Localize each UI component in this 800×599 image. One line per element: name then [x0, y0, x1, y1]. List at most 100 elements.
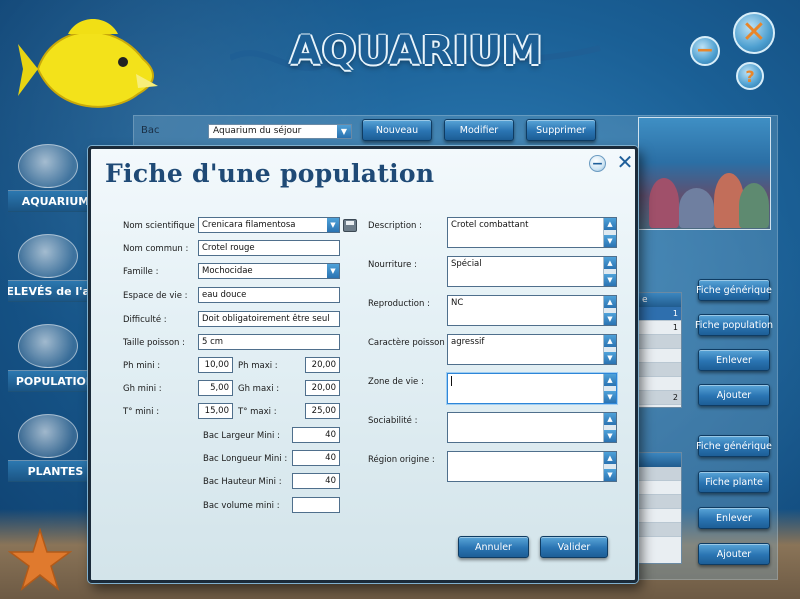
table-row[interactable] [639, 349, 681, 363]
chevron-up-icon[interactable]: ▲ [604, 452, 616, 464]
reproduction-textarea[interactable]: NC ▲ ▼ [447, 295, 617, 326]
chevron-up-icon[interactable]: ▲ [604, 296, 616, 308]
temp-min-label: T° mini : [123, 407, 160, 417]
app-close-button[interactable]: ✕ [733, 12, 775, 54]
origin-region-textarea[interactable]: ▲ ▼ [447, 451, 617, 482]
food-label: Nourriture : [368, 260, 417, 270]
population-remove-button[interactable]: Enlever [698, 349, 770, 371]
population-grid[interactable]: e 1 1 2 [638, 292, 682, 408]
table-row[interactable] [639, 467, 681, 481]
sociability-textarea[interactable]: ▲ ▼ [447, 412, 617, 443]
plants-grid[interactable] [638, 452, 682, 564]
chevron-down-icon[interactable]: ▼ [604, 391, 616, 403]
ph-min-label: Ph mini : [123, 361, 161, 371]
reproduction-value: NC [451, 298, 464, 308]
temp-max-input[interactable]: 25,00 [305, 403, 340, 419]
table-row[interactable] [639, 509, 681, 523]
ph-max-label: Ph maxi : [238, 361, 278, 371]
chevron-down-icon[interactable]: ▼ [604, 352, 616, 364]
food-textarea[interactable]: Spécial ▲ ▼ [447, 256, 617, 287]
bac-select[interactable]: Aquarium du séjour ▼ [208, 124, 352, 139]
cancel-button[interactable]: Annuler [458, 536, 529, 558]
scrollbar[interactable]: ▲ ▼ [603, 296, 616, 325]
population-sheet-button[interactable]: Fiche population [695, 314, 773, 336]
table-row[interactable] [639, 495, 681, 509]
plant-sheet-button[interactable]: Fiche plante [698, 471, 770, 493]
gh-min-label: Gh mini : [123, 384, 162, 394]
gh-min-input[interactable]: 5,00 [198, 380, 233, 396]
delete-bac-button[interactable]: Supprimer [526, 119, 596, 141]
common-name-label: Nom commun : [123, 244, 189, 254]
chevron-down-icon[interactable]: ▼ [604, 313, 616, 325]
tank-height-label: Bac Hauteur Mini : [203, 477, 282, 487]
table-row[interactable] [639, 481, 681, 495]
life-zone-textarea[interactable]: ▲ ▼ [447, 373, 617, 404]
bac-label: Bac [141, 125, 160, 136]
save-icon[interactable] [343, 219, 357, 232]
logo-text: AQUARIUM [290, 28, 544, 74]
plant-add-button[interactable]: Ajouter [698, 543, 770, 565]
scrollbar[interactable]: ▲ ▼ [603, 218, 616, 247]
living-space-label: Espace de vie : [123, 291, 188, 301]
sociability-label: Sociabilité : [368, 416, 418, 426]
help-button[interactable]: ? [736, 62, 764, 90]
population-add-button[interactable]: Ajouter [698, 384, 770, 406]
tank-volume-label: Bac volume mini : [203, 501, 280, 511]
difficulty-input[interactable]: Doit obligatoirement être seul [198, 311, 340, 327]
plant-remove-button[interactable]: Enlever [698, 507, 770, 529]
edit-bac-button[interactable]: Modifier [444, 119, 514, 141]
reproduction-label: Reproduction : [368, 299, 430, 309]
temp-min-input[interactable]: 15,00 [198, 403, 233, 419]
living-space-input[interactable]: eau douce [198, 287, 340, 303]
food-value: Spécial [451, 259, 482, 269]
chevron-down-icon[interactable]: ▼ [604, 430, 616, 442]
dialog-minimize-button[interactable]: − [589, 155, 606, 172]
fish-size-input[interactable]: 5 cm [198, 334, 340, 350]
scrollbar[interactable]: ▲ ▼ [603, 374, 616, 403]
ph-min-input[interactable]: 10,00 [198, 357, 233, 373]
dialog-title: Fiche d'une population [105, 159, 435, 188]
chevron-up-icon[interactable]: ▲ [604, 374, 616, 386]
fish-size-label: Taille poisson : [123, 338, 185, 348]
family-select[interactable]: Mochocidae ▼ [198, 263, 340, 279]
chevron-up-icon[interactable]: ▲ [604, 218, 616, 230]
ph-max-input[interactable]: 20,00 [305, 357, 340, 373]
tank-width-label: Bac Largeur Mini : [203, 431, 280, 441]
app-minimize-button[interactable]: − [690, 36, 720, 66]
table-row[interactable]: 1 [639, 307, 681, 321]
table-row[interactable] [639, 523, 681, 537]
description-textarea[interactable]: Crotel combattant ▲ ▼ [447, 217, 617, 248]
validate-button[interactable]: Valider [540, 536, 608, 558]
tank-length-input[interactable]: 40 [292, 450, 340, 466]
chevron-down-icon[interactable]: ▼ [604, 235, 616, 247]
table-row[interactable] [639, 363, 681, 377]
tank-width-input[interactable]: 40 [292, 427, 340, 443]
tank-volume-input[interactable] [292, 497, 340, 513]
difficulty-label: Difficulté : [123, 315, 167, 325]
scrollbar[interactable]: ▲ ▼ [603, 452, 616, 481]
dialog-close-button[interactable]: ✕ [615, 152, 635, 172]
table-row[interactable]: 1 [639, 321, 681, 335]
common-name-input[interactable]: Crotel rouge [198, 240, 340, 256]
chevron-down-icon[interactable]: ▼ [604, 469, 616, 481]
population-generic-sheet-button[interactable]: Fiche générique [696, 279, 772, 301]
new-bac-button[interactable]: Nouveau [362, 119, 432, 141]
chevron-down-icon[interactable]: ▼ [604, 274, 616, 286]
chevron-up-icon[interactable]: ▲ [604, 413, 616, 425]
scrollbar[interactable]: ▲ ▼ [603, 413, 616, 442]
table-row[interactable] [639, 377, 681, 391]
plant-generic-sheet-button[interactable]: Fiche générique [696, 435, 772, 457]
chevron-up-icon[interactable]: ▲ [604, 335, 616, 347]
text-caret [451, 376, 452, 386]
grid-header: e [639, 293, 681, 307]
table-row[interactable] [639, 335, 681, 349]
gh-max-input[interactable]: 20,00 [305, 380, 340, 396]
scientific-name-select[interactable]: Crenicara filamentosa ▼ [198, 217, 340, 233]
scrollbar[interactable]: ▲ ▼ [603, 257, 616, 286]
table-row[interactable]: 2 [639, 391, 681, 405]
chevron-down-icon: ▼ [327, 218, 339, 232]
tank-height-input[interactable]: 40 [292, 473, 340, 489]
chevron-up-icon[interactable]: ▲ [604, 257, 616, 269]
scrollbar[interactable]: ▲ ▼ [603, 335, 616, 364]
character-textarea[interactable]: agressif ▲ ▼ [447, 334, 617, 365]
